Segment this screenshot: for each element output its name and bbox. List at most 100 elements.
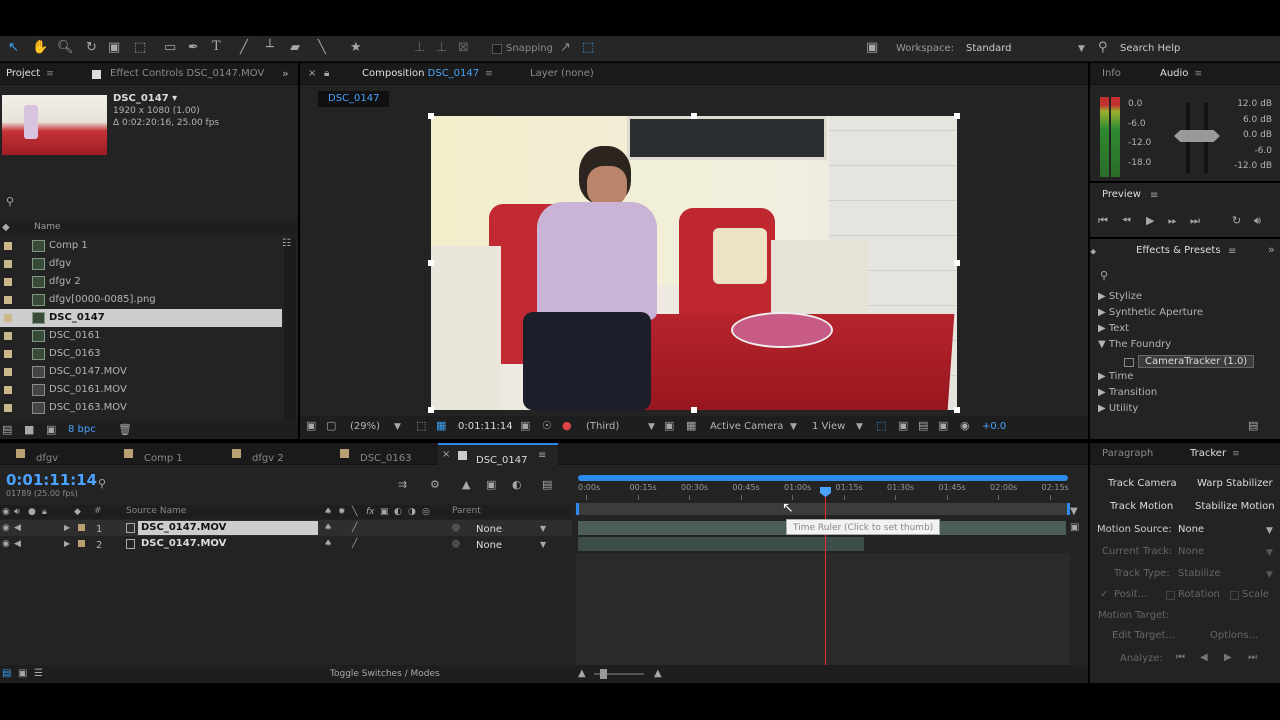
tab-audio[interactable]: Audio ≡: [1154, 63, 1208, 85]
shy-switch-icon[interactable]: ♠: [324, 505, 332, 519]
parent-dropdown-icon[interactable]: ▼: [540, 522, 546, 536]
motion-blur-switch-icon[interactable]: ◐: [394, 505, 402, 519]
speaker-icon[interactable]: ◀: [14, 521, 21, 535]
motion-source-dropdown-icon[interactable]: ▼: [1266, 524, 1273, 538]
layer-bar[interactable]: [578, 537, 864, 551]
panel-grip-icon[interactable]: ⯁: [1090, 246, 1096, 260]
selection-tool-icon[interactable]: ↖: [8, 41, 19, 55]
adjustment-switch-icon[interactable]: ◑: [408, 505, 416, 519]
reset-exposure-icon[interactable]: ◉: [960, 419, 970, 433]
audio-switch-icon[interactable]: 🔊︎: [14, 505, 20, 519]
shy-icon[interactable]: ♠: [324, 537, 332, 551]
zoom-tool-icon[interactable]: 🔍︎: [57, 41, 74, 55]
pan-behind-tool-icon[interactable]: ⬚: [134, 41, 146, 55]
project-item-name[interactable]: DSC_0147 ▾: [113, 93, 177, 104]
toggle-transparency-icon[interactable]: ▦: [686, 419, 696, 433]
layer-row[interactable]: ◉ ◀ ▶ 1 DSC_0147.MOV ♠ ╱ ◎ None ▼: [0, 520, 572, 536]
region-of-interest-icon[interactable]: ⬚: [416, 419, 426, 433]
label-color-chip[interactable]: [4, 350, 12, 358]
prev-frame-icon[interactable]: ⏪︎: [1122, 214, 1131, 228]
lock-switch-icon[interactable]: 🔒︎: [42, 505, 47, 519]
parent-pickwhip-icon[interactable]: ◎: [452, 521, 460, 535]
effects-overflow-icon[interactable]: »: [1268, 243, 1275, 257]
eye-icon[interactable]: ◉: [2, 521, 10, 535]
frame-blending-icon[interactable]: ▣: [486, 478, 496, 492]
label-color-chip[interactable]: [4, 278, 12, 286]
close-tab-icon[interactable]: ×: [308, 67, 316, 81]
analyze-forward-icon[interactable]: ▶: [1224, 651, 1232, 665]
zoom-select[interactable]: (29%): [350, 421, 380, 432]
layer-switches-icon[interactable]: ▤: [2, 667, 11, 681]
timeline-tab[interactable]: dfgv: [6, 443, 110, 465]
stabilize-motion-button[interactable]: Stabilize Motion: [1195, 501, 1275, 512]
camera-select[interactable]: Active Camera: [710, 421, 783, 432]
transform-handle[interactable]: [428, 113, 434, 119]
speaker-icon[interactable]: ◀: [14, 537, 21, 551]
track-type-select[interactable]: Stabilize: [1178, 568, 1220, 579]
show-snapshot-icon[interactable]: ☉: [542, 419, 552, 433]
parent-dropdown-icon[interactable]: ▼: [540, 538, 546, 552]
audio-slider-knob[interactable]: [1174, 130, 1220, 142]
eye-icon[interactable]: ◉: [2, 537, 10, 551]
roto-brush-tool-icon[interactable]: ╲: [318, 41, 326, 55]
project-search-field[interactable]: [20, 195, 292, 209]
column-name[interactable]: Name: [34, 222, 61, 232]
rectangle-tool-icon[interactable]: ▭: [164, 41, 176, 55]
tab-info[interactable]: Info: [1096, 63, 1127, 85]
analyze-backward-icon[interactable]: ◀: [1200, 651, 1208, 665]
snap-options-icon[interactable]: ↗: [560, 41, 571, 55]
timeline-link-icon[interactable]: ▤: [918, 419, 928, 433]
label-color-chip[interactable]: [78, 524, 85, 531]
position-checkbox-icon[interactable]: ✓: [1100, 588, 1108, 602]
effect-category[interactable]: ▶ Synthetic Aperture: [1098, 307, 1203, 318]
exposure-value[interactable]: +0.0: [982, 421, 1006, 432]
rotate-tool-icon[interactable]: ↻: [86, 41, 97, 55]
fit-icon[interactable]: ▣: [898, 419, 908, 433]
current-time-indicator[interactable]: [825, 487, 826, 665]
composition-viewer[interactable]: [431, 116, 957, 410]
expand-triangle-icon[interactable]: ▶: [64, 521, 70, 535]
project-search-icon[interactable]: ⚲: [6, 195, 14, 209]
brush-tool-icon[interactable]: ╱: [240, 41, 248, 55]
layer-name[interactable]: DSC_0147.MOV: [138, 521, 318, 535]
camera-dropdown-icon[interactable]: ▼: [790, 420, 797, 434]
loop-icon[interactable]: ↻: [1232, 214, 1241, 228]
parent-select[interactable]: None: [476, 538, 502, 554]
frame-blend-switch-icon[interactable]: ▣: [380, 505, 389, 519]
pen-tool-icon[interactable]: ✒: [188, 41, 199, 55]
new-preset-icon[interactable]: ▤: [1248, 419, 1258, 433]
fast-previews-icon[interactable]: ▣: [664, 419, 674, 433]
axis-world-icon[interactable]: ⊥: [436, 41, 447, 55]
snapping-checkbox[interactable]: [492, 44, 502, 54]
label-color-chip[interactable]: [4, 260, 12, 268]
project-item[interactable]: DSC_0147: [0, 309, 282, 327]
project-item[interactable]: DSC_0161.MOV: [0, 381, 282, 399]
collapse-switch-icon[interactable]: ✹: [338, 505, 346, 519]
project-item[interactable]: Comp 1: [0, 237, 282, 255]
rotation-checkbox[interactable]: [1166, 591, 1175, 600]
effect-category[interactable]: ▶ Utility: [1098, 403, 1138, 414]
project-item[interactable]: DSC_0163.MOV: [0, 399, 282, 417]
first-frame-icon[interactable]: ⏮︎: [1098, 214, 1108, 228]
label-color-chip[interactable]: [78, 540, 85, 547]
delete-icon[interactable]: 🗑︎: [118, 423, 132, 437]
view-layout-select[interactable]: 1 View: [812, 421, 845, 432]
timeline-menu-icon[interactable]: ≡: [538, 449, 546, 463]
last-frame-icon[interactable]: ⏭︎: [1190, 214, 1200, 228]
project-item[interactable]: dfgv[0000-0085].png: [0, 291, 282, 309]
label-color-chip[interactable]: [4, 368, 12, 376]
tracker-menu-icon[interactable]: ≡: [1232, 443, 1240, 465]
project-item[interactable]: dfgv: [0, 255, 282, 273]
fx-switch-icon[interactable]: fx: [366, 505, 375, 519]
motion-source-select[interactable]: None: [1178, 524, 1204, 535]
tab-composition[interactable]: Composition DSC_0147 ≡: [356, 63, 499, 85]
camera-tool-icon[interactable]: ▣: [108, 41, 120, 55]
zoom-out-icon[interactable]: ▲: [578, 667, 586, 681]
track-camera-button[interactable]: Track Camera: [1108, 478, 1177, 489]
label-column-icon[interactable]: ◆: [2, 221, 10, 235]
flowchart-view-icon[interactable]: ▣: [938, 419, 948, 433]
project-item[interactable]: DSC_0161: [0, 327, 282, 345]
current-track-select[interactable]: None: [1178, 546, 1204, 557]
toggle-switches-modes[interactable]: Toggle Switches / Modes: [330, 669, 440, 679]
effect-category[interactable]: ▶ Transition: [1098, 387, 1157, 398]
